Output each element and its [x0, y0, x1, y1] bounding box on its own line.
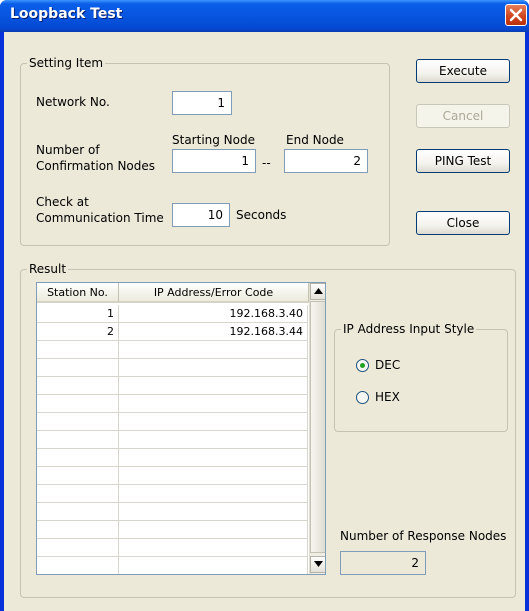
table-row[interactable] — [37, 467, 308, 485]
ip-address-cell: 192.168.3.40 — [119, 305, 308, 322]
loopback-test-window: Loopback Test Setting Item Network No. 1… — [0, 0, 529, 611]
radio-hex-indicator[interactable] — [356, 390, 369, 404]
station-no-cell — [37, 467, 119, 484]
station-no-cell: 1 — [37, 305, 119, 322]
close-icon — [509, 8, 523, 22]
station-no-cell — [37, 521, 119, 538]
ip-input-style-group: IP Address Input Style — [334, 322, 508, 432]
check-time-field[interactable]: 10 — [172, 203, 230, 227]
table-row[interactable] — [37, 431, 308, 449]
ip-address-cell — [119, 359, 308, 376]
triangle-down-icon — [313, 561, 323, 567]
table-row[interactable] — [37, 413, 308, 431]
table-row[interactable] — [37, 377, 308, 395]
check-time-label-line1: Check at — [36, 195, 89, 209]
table-row[interactable] — [37, 521, 308, 539]
station-no-cell — [37, 377, 119, 394]
starting-node-field[interactable]: 1 — [172, 149, 256, 173]
end-node-label: End Node — [286, 133, 344, 147]
response-nodes-label: Number of Response Nodes — [340, 529, 507, 543]
cancel-button[interactable]: Cancel — [416, 104, 510, 128]
scroll-thumb[interactable] — [310, 301, 325, 553]
ip-address-cell — [119, 521, 308, 538]
station-no-cell — [37, 395, 119, 412]
ip-address-cell — [119, 449, 308, 466]
dialog-client-area: Setting Item Network No. 1 Starting Node… — [4, 32, 525, 611]
ip-address-cell — [119, 557, 308, 574]
ip-address-cell — [119, 413, 308, 430]
title-bar[interactable]: Loopback Test — [0, 0, 529, 32]
station-no-cell — [37, 557, 119, 574]
scroll-down-button[interactable] — [310, 556, 325, 573]
close-button[interactable]: Close — [416, 211, 510, 235]
network-no-field[interactable]: 1 — [172, 91, 232, 115]
response-nodes-field: 2 — [340, 551, 426, 575]
ip-address-cell — [119, 341, 308, 358]
node-range-separator: -- — [262, 156, 271, 170]
table-row[interactable] — [37, 359, 308, 377]
station-no-cell — [37, 539, 119, 556]
station-no-cell — [37, 485, 119, 502]
column-header-station-no[interactable]: Station No. — [37, 283, 119, 303]
radio-dec-label: DEC — [375, 358, 401, 372]
window-close-button[interactable] — [505, 4, 527, 26]
station-no-cell: 2 — [37, 323, 119, 340]
triangle-up-icon — [313, 288, 323, 294]
ip-address-cell — [119, 377, 308, 394]
confirmation-nodes-label-line1: Number of — [36, 143, 100, 157]
station-no-cell — [37, 503, 119, 520]
result-legend: Result — [29, 262, 67, 276]
radio-hex[interactable]: HEX — [356, 390, 400, 404]
table-row[interactable] — [37, 539, 308, 557]
check-time-label-line2: Communication Time — [36, 211, 164, 225]
station-no-cell — [37, 341, 119, 358]
ip-address-cell — [119, 395, 308, 412]
table-row[interactable] — [37, 449, 308, 467]
confirmation-nodes-label-line2: Confirmation Nodes — [36, 159, 156, 173]
station-no-cell — [37, 413, 119, 430]
end-node-field[interactable]: 2 — [284, 149, 368, 173]
result-table[interactable]: Station No. IP Address/Error Code 1 192.1… — [36, 282, 326, 575]
radio-dec[interactable]: DEC — [356, 358, 400, 372]
table-row[interactable]: 2 192.168.3.44 — [37, 323, 308, 341]
scroll-up-button[interactable] — [310, 283, 325, 300]
station-no-cell — [37, 449, 119, 466]
table-row[interactable]: 1 192.168.3.40 — [37, 305, 308, 323]
station-no-cell — [37, 431, 119, 448]
setting-item-legend: Setting Item — [29, 56, 104, 70]
ip-input-style-legend: IP Address Input Style — [343, 322, 475, 336]
ip-address-cell: 192.168.3.44 — [119, 323, 308, 340]
radio-dec-indicator[interactable] — [356, 358, 369, 372]
network-no-label: Network No. — [36, 95, 110, 109]
ip-address-cell — [119, 467, 308, 484]
table-body: 1 192.168.3.40 2 192.168.3.44 — [37, 305, 308, 574]
execute-button[interactable]: Execute — [416, 59, 510, 83]
table-header: Station No. IP Address/Error Code — [37, 283, 309, 303]
station-no-cell — [37, 359, 119, 376]
table-row[interactable] — [37, 395, 308, 413]
seconds-label: Seconds — [236, 208, 287, 222]
ping-test-button[interactable]: PING Test — [416, 149, 510, 173]
starting-node-label: Starting Node — [172, 133, 256, 147]
ip-address-cell — [119, 503, 308, 520]
ip-address-cell — [119, 485, 308, 502]
radio-hex-label: HEX — [375, 390, 400, 404]
table-row[interactable] — [37, 503, 308, 521]
ip-address-cell — [119, 431, 308, 448]
table-row[interactable] — [37, 341, 308, 359]
column-header-ip-address[interactable]: IP Address/Error Code — [119, 283, 309, 303]
table-row[interactable] — [37, 485, 308, 503]
ip-address-cell — [119, 539, 308, 556]
table-row[interactable] — [37, 557, 308, 574]
window-title: Loopback Test — [10, 6, 123, 22]
table-scrollbar[interactable] — [309, 283, 325, 574]
